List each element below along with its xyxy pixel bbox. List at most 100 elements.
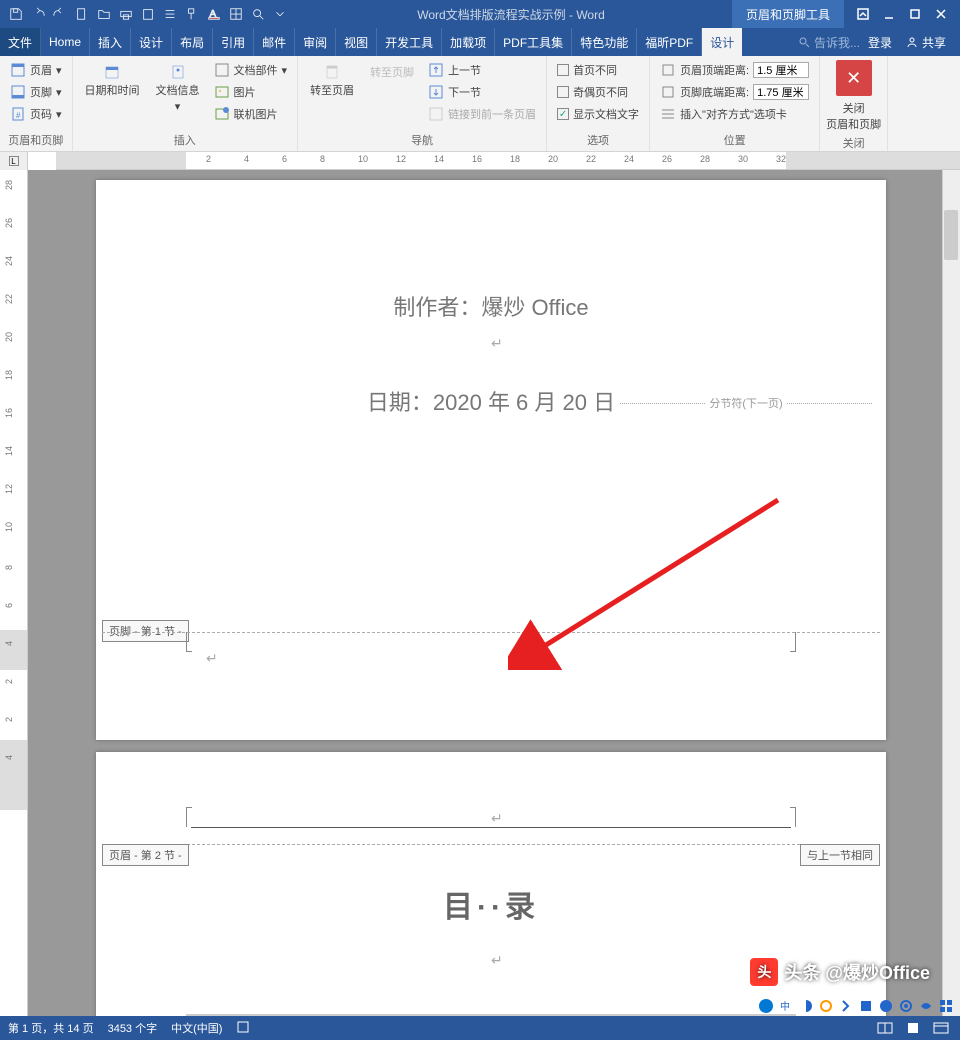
section-break-marker: 分节符(下一页) bbox=[616, 395, 876, 411]
web-layout-button[interactable] bbox=[930, 1019, 952, 1037]
track-changes-icon[interactable] bbox=[236, 1020, 250, 1037]
header-tab-right bbox=[790, 807, 796, 827]
tab-pdf工具集[interactable]: PDF工具集 bbox=[495, 28, 572, 56]
qat-more-button[interactable] bbox=[270, 4, 290, 24]
footer-button[interactable]: 页脚 ▾ bbox=[6, 82, 66, 102]
pilcrow-icon: ↵ bbox=[206, 650, 218, 667]
svg-text:#: # bbox=[16, 111, 21, 120]
find-button[interactable] bbox=[248, 4, 268, 24]
doc-info-button[interactable]: 文档信息 ▾ bbox=[150, 60, 206, 117]
footer-bottom-distance[interactable]: 页脚底端距离: bbox=[656, 82, 813, 102]
header-button[interactable]: 页眉 ▾ bbox=[6, 60, 66, 80]
ribbon-group-label: 导航 bbox=[302, 131, 542, 149]
language-indicator[interactable]: 中文(中国) bbox=[171, 1020, 222, 1036]
tray-icons: 中 bbox=[758, 998, 954, 1014]
prev-section-button[interactable]: 上一节 bbox=[424, 60, 540, 80]
tray-icon: 中 bbox=[778, 998, 794, 1014]
undo-button[interactable] bbox=[28, 4, 48, 24]
pilcrow-icon: ↵ bbox=[491, 952, 503, 969]
format-painter-button[interactable] bbox=[182, 4, 202, 24]
page-indicator[interactable]: 第 1 页，共 14 页 bbox=[8, 1020, 94, 1036]
tab-邮件[interactable]: 邮件 bbox=[254, 28, 295, 56]
scroll-thumb[interactable] bbox=[944, 210, 958, 260]
tab-特色功能[interactable]: 特色功能 bbox=[572, 28, 637, 56]
online-picture-button[interactable]: 联机图片 bbox=[210, 104, 292, 124]
footer-section-1-label: 页脚 - 第 1 节 - bbox=[102, 620, 189, 642]
goto-footer-button[interactable]: 转至页脚 bbox=[364, 60, 420, 84]
tab-文件[interactable]: 文件 bbox=[0, 28, 41, 56]
close-label: 关闭页眉和页脚 bbox=[826, 100, 881, 132]
print-layout-button[interactable] bbox=[902, 1019, 924, 1037]
header-section-2-label: 页眉 - 第 2 节 - bbox=[102, 844, 189, 866]
vertical-ruler[interactable]: 28262422201816141210864224 bbox=[0, 170, 28, 1016]
status-bar: 第 1 页，共 14 页 3453 个字 中文(中国) bbox=[0, 1016, 960, 1040]
tab-home[interactable]: Home bbox=[41, 28, 90, 56]
footer-bottom-input[interactable] bbox=[753, 84, 809, 100]
print-preview-button[interactable] bbox=[116, 4, 136, 24]
show-document-text-checkbox[interactable]: ✓显示文档文字 bbox=[553, 104, 643, 124]
save-button[interactable] bbox=[6, 4, 26, 24]
ribbon-group-label: 选项 bbox=[551, 131, 645, 149]
maximize-button[interactable] bbox=[904, 3, 926, 25]
redo-button[interactable] bbox=[50, 4, 70, 24]
insert-alignment-tab-button[interactable]: 插入"对齐方式"选项卡 bbox=[656, 104, 813, 124]
tab-开发工具[interactable]: 开发工具 bbox=[377, 28, 442, 56]
picture-button[interactable]: 图片 bbox=[210, 82, 292, 102]
window-title: Word文档排版流程实战示例 - Word bbox=[290, 6, 732, 23]
tab-插入[interactable]: 插入 bbox=[90, 28, 131, 56]
ribbon-group-insert: 日期和时间 文档信息 ▾ 文档部件 ▾ 图片 联机图片 插入 bbox=[73, 56, 299, 151]
horizontal-ruler[interactable]: 2468101214161820222426283032 bbox=[56, 152, 960, 170]
footer-tab-right bbox=[790, 632, 796, 652]
new-button[interactable] bbox=[72, 4, 92, 24]
workspace: 28262422201816141210864224 制作者：爆炒 Office… bbox=[0, 170, 960, 1016]
odd-even-different-checkbox[interactable]: 奇偶页不同 bbox=[553, 82, 643, 102]
tab-加载项[interactable]: 加载项 bbox=[442, 28, 495, 56]
share-button[interactable]: 共享 bbox=[900, 34, 952, 51]
minimize-button[interactable] bbox=[878, 3, 900, 25]
date-time-button[interactable]: 日期和时间 bbox=[79, 60, 146, 102]
first-page-different-checkbox[interactable]: 首页不同 bbox=[553, 60, 643, 80]
tray-icon bbox=[858, 998, 874, 1014]
table-button[interactable] bbox=[226, 4, 246, 24]
ribbon-group-navigation: 转至页眉 转至页脚 上一节 下一节 链接到前一条页眉 导航 bbox=[298, 56, 547, 151]
ribbon-group-label: 插入 bbox=[77, 131, 294, 149]
next-section-button[interactable]: 下一节 bbox=[424, 82, 540, 102]
tab-引用[interactable]: 引用 bbox=[213, 28, 254, 56]
doc-parts-button[interactable]: 文档部件 ▾ bbox=[210, 60, 292, 80]
header-top-distance[interactable]: 页眉顶端距离: bbox=[656, 60, 813, 80]
close-header-footer-button[interactable]: ✕ bbox=[836, 60, 872, 96]
login-button[interactable]: 登录 bbox=[868, 34, 892, 51]
quick-access-toolbar: A bbox=[0, 4, 290, 24]
goto-header-button[interactable]: 转至页眉 bbox=[304, 60, 360, 102]
tab-布局[interactable]: 布局 bbox=[172, 28, 213, 56]
footer-tab-left bbox=[186, 632, 192, 652]
page-number-button[interactable]: #页码 ▾ bbox=[6, 104, 66, 124]
same-as-previous-label: 与上一节相同 bbox=[800, 844, 880, 866]
title-bar: A Word文档排版流程实战示例 - Word 页眉和页脚工具 bbox=[0, 0, 960, 28]
header-tab-left bbox=[186, 807, 192, 827]
read-mode-button[interactable] bbox=[874, 1019, 896, 1037]
close-window-button[interactable] bbox=[930, 3, 952, 25]
tab-福昕pdf[interactable]: 福昕PDF bbox=[637, 28, 702, 56]
tab-视图[interactable]: 视图 bbox=[336, 28, 377, 56]
ribbon-group-label: 页眉和页脚 bbox=[4, 131, 68, 149]
tell-me-search[interactable]: 告诉我... bbox=[798, 34, 860, 51]
tray-icon bbox=[838, 998, 854, 1014]
font-color-button[interactable]: A bbox=[204, 4, 224, 24]
document-canvas[interactable]: 制作者：爆炒 Office ↵ 日期：2020 年 6 月 20 日 分节符(下… bbox=[28, 170, 960, 1016]
ribbon-options-button[interactable] bbox=[852, 3, 874, 25]
header-top-input[interactable] bbox=[753, 62, 809, 78]
word-count[interactable]: 3453 个字 bbox=[108, 1020, 158, 1036]
ribbon-tabs: 文件Home插入设计布局引用邮件审阅视图开发工具加载项PDF工具集特色功能福昕P… bbox=[0, 28, 960, 56]
ruler-corner: L bbox=[0, 152, 28, 170]
link-previous-button[interactable]: 链接到前一条页眉 bbox=[424, 104, 540, 124]
paragraph-button[interactable] bbox=[160, 4, 180, 24]
tab-审阅[interactable]: 审阅 bbox=[295, 28, 336, 56]
paste-button[interactable] bbox=[138, 4, 158, 24]
tray-icon bbox=[898, 998, 914, 1014]
vertical-scrollbar[interactable] bbox=[942, 170, 960, 1016]
tray-icon bbox=[878, 998, 894, 1014]
open-button[interactable] bbox=[94, 4, 114, 24]
tab-设计[interactable]: 设计 bbox=[131, 28, 172, 56]
tab-设计[interactable]: 设计 bbox=[702, 28, 742, 56]
